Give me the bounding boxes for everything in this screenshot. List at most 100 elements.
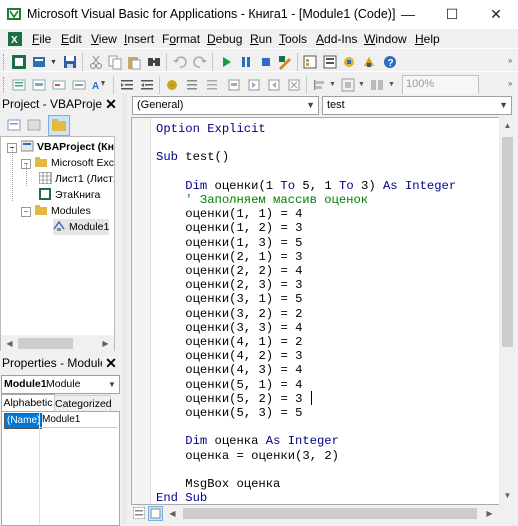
code-line[interactable]: MsgBox оценка [156, 477, 280, 491]
code-line[interactable]: End Sub [156, 491, 207, 504]
code-vscrollbar[interactable]: ▲ ▼ [499, 117, 516, 505]
scroll-thumb[interactable] [183, 508, 477, 519]
tab-categorized[interactable]: Categorized [54, 395, 112, 412]
code-line[interactable]: Sub test() [156, 150, 229, 164]
object-combo[interactable]: (General) ▼ [132, 96, 319, 115]
procedure-combo[interactable]: test ▼ [322, 96, 512, 115]
outdent-icon[interactable] [139, 77, 155, 93]
scroll-thumb[interactable] [502, 137, 513, 347]
object-browser-icon[interactable] [341, 54, 357, 70]
menu-add-ins[interactable]: Add-Ins [316, 32, 357, 46]
toggle-breakpoint-icon[interactable] [164, 77, 180, 93]
break-icon[interactable] [238, 54, 254, 70]
code-line[interactable]: оценки(5, 1) = 4 [156, 378, 302, 392]
toolbar-overflow-icon[interactable]: » [508, 56, 512, 65]
toolbar-grip[interactable] [3, 54, 7, 70]
menu-debug[interactable]: Debug [207, 32, 242, 46]
scroll-left-icon[interactable]: ◀ [164, 505, 181, 522]
code-line[interactable]: оценки(4, 3) = 4 [156, 363, 302, 377]
procedure-view-icon[interactable] [132, 506, 146, 520]
save-icon[interactable] [62, 54, 78, 70]
tab-alphabetic[interactable]: Alphabetic [1, 394, 55, 412]
run-icon[interactable] [218, 54, 234, 70]
view-code-icon[interactable] [7, 118, 21, 132]
menu-insert[interactable]: Insert [124, 32, 154, 46]
code-line[interactable]: оценки(2, 3) = 3 [156, 278, 302, 292]
center-icon[interactable] [340, 77, 356, 93]
code-line[interactable]: оценки(3, 3) = 4 [156, 321, 302, 335]
code-line[interactable]: оценки(3, 2) = 2 [156, 307, 302, 321]
make-same-size-icon[interactable] [369, 77, 385, 93]
collapse-icon[interactable]: − [21, 207, 31, 217]
project-explorer-icon[interactable] [302, 54, 318, 70]
quick-info-icon[interactable] [51, 77, 67, 93]
paste-icon[interactable] [126, 54, 142, 70]
complete-word-icon[interactable]: A [91, 77, 107, 93]
menu-help[interactable]: Help [415, 32, 440, 46]
comment-block-icon[interactable] [184, 77, 200, 93]
help-icon[interactable]: ? [382, 54, 398, 70]
code-line[interactable]: оценки(5, 3) = 5 [156, 406, 302, 420]
code-line[interactable]: оценки(4, 2) = 3 [156, 349, 302, 363]
properties-pane-close-icon[interactable]: ✕ [104, 356, 118, 370]
object-selector[interactable]: Module1 Module ▼ [1, 375, 120, 394]
undo-icon[interactable] [172, 54, 188, 70]
toolbox-icon[interactable] [361, 54, 377, 70]
toolbar-overflow-icon[interactable]: » [508, 79, 512, 88]
scroll-down-icon[interactable]: ▼ [499, 487, 516, 504]
insert-module-icon[interactable] [32, 54, 48, 70]
code-line[interactable]: оценки(3, 1) = 5 [156, 292, 302, 306]
code-line[interactable]: оценки(5, 2) = 3 [156, 392, 302, 406]
excel-icon[interactable]: X [8, 32, 22, 46]
code-line[interactable]: оценки(1, 1) = 4 [156, 207, 302, 221]
menu-format[interactable]: Format [162, 32, 200, 46]
redo-icon[interactable] [192, 54, 208, 70]
indent-icon[interactable] [119, 77, 135, 93]
code-line[interactable]: Option Explicit [156, 122, 266, 136]
chevron-down-icon[interactable]: ▼ [50, 59, 57, 66]
menu-window[interactable]: Window [364, 32, 407, 46]
menu-view[interactable]: View [91, 32, 117, 46]
project-tree-hscrollbar[interactable]: ◀ ▶ [1, 335, 114, 352]
find-icon[interactable] [146, 54, 162, 70]
scroll-left-icon[interactable]: ◀ [1, 335, 18, 352]
toolbar-grip[interactable] [3, 77, 7, 93]
minimize-button[interactable]: — [386, 0, 430, 29]
uncomment-block-icon[interactable] [204, 77, 220, 93]
zoom-combo[interactable]: 100% [402, 75, 479, 95]
code-line[interactable]: Dim оценки(1 To 5, 1 To 3) As Integer [156, 179, 456, 193]
margin-indicator-bar[interactable] [132, 118, 151, 504]
scroll-right-icon[interactable]: ▶ [97, 335, 114, 352]
tree-item-excel-objects[interactable]: −Microsoft Excel Objects [21, 155, 114, 171]
tree-item-sheet1[interactable]: Лист1 (Лист1) [38, 171, 114, 187]
tree-item-thisworkbook[interactable]: ЭтаКнига [39, 187, 100, 203]
project-pane-close-icon[interactable]: ✕ [104, 97, 118, 111]
next-bookmark-icon[interactable] [246, 77, 262, 93]
parameter-info-icon[interactable] [71, 77, 87, 93]
menu-run[interactable]: Run [250, 32, 272, 46]
code-line[interactable]: ' Заполняем массив оценок [156, 193, 368, 207]
toggle-bookmark-icon[interactable] [226, 77, 242, 93]
toggle-folders-button[interactable] [48, 115, 70, 136]
chevron-down-icon[interactable]: ▼ [329, 81, 336, 88]
tree-item-modules[interactable]: − Modules [21, 203, 91, 219]
code-editor[interactable]: Option Explicit Sub test() Dim оценки(1 T… [131, 117, 501, 505]
code-line[interactable]: оценка = оценки(3, 2) [156, 449, 339, 463]
chevron-down-icon[interactable]: ▼ [388, 81, 395, 88]
copy-icon[interactable] [107, 54, 123, 70]
view-object-icon[interactable] [27, 118, 41, 132]
menu-file[interactable]: File [32, 32, 51, 46]
menu-tools[interactable]: Tools [279, 32, 307, 46]
tree-item-vbaproject[interactable]: −VBAProject (Книга1) [7, 139, 114, 155]
code-line[interactable]: оценки(1, 2) = 3 [156, 221, 302, 235]
previous-bookmark-icon[interactable] [266, 77, 282, 93]
view-excel-icon[interactable] [11, 54, 27, 70]
property-value[interactable]: Module1 [40, 413, 117, 428]
menu-edit[interactable]: Edit [61, 32, 82, 46]
cut-icon[interactable] [88, 54, 104, 70]
chevron-down-icon[interactable]: ▼ [358, 81, 365, 88]
full-module-view-icon[interactable] [148, 506, 163, 521]
properties-window-icon[interactable] [322, 54, 338, 70]
scroll-thumb[interactable] [18, 338, 73, 349]
align-icon[interactable] [311, 77, 327, 93]
